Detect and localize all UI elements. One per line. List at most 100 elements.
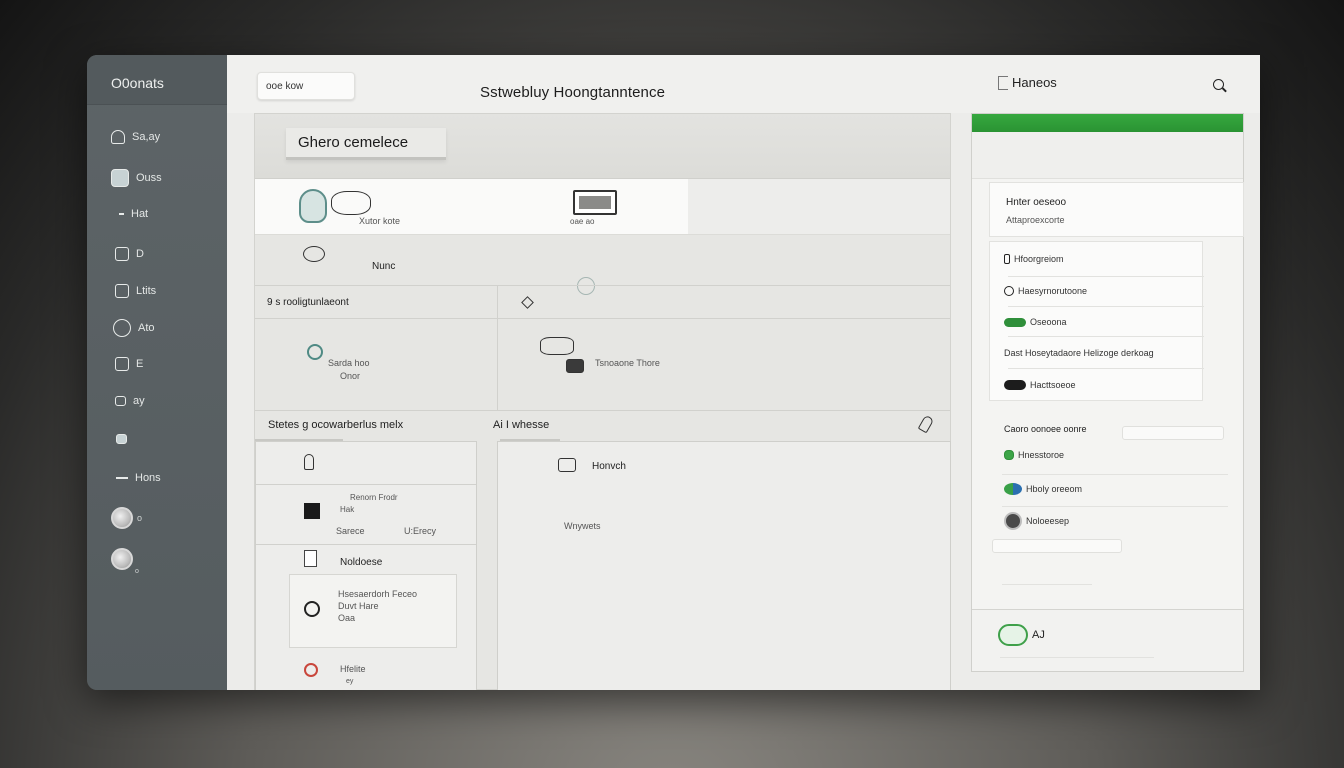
monitor-icon bbox=[573, 190, 617, 215]
sidebar-item-0[interactable]: Sa,ay bbox=[111, 130, 160, 144]
media-row[interactable]: Xutor kote oae ao bbox=[255, 179, 688, 235]
panel-item-label: Oseoona bbox=[1030, 317, 1067, 327]
phone-icon bbox=[1004, 254, 1010, 264]
panel-item[interactable]: Haesyrnorutoone bbox=[1004, 286, 1087, 296]
divider bbox=[1008, 276, 1204, 277]
sidebar-item-label: Ato bbox=[138, 322, 155, 334]
list-item-title: Hfelite bbox=[340, 664, 366, 674]
bracket-icon bbox=[998, 75, 1008, 90]
sidebar-item-6[interactable]: E bbox=[115, 357, 143, 371]
list-item-title: Hsesaerdorh Feceo bbox=[338, 589, 418, 599]
panel-item[interactable]: Hacttsoeoe bbox=[1004, 380, 1076, 390]
list-item-subtitle: Hak bbox=[340, 505, 355, 514]
grid-text: Tsnoaone Thore bbox=[595, 358, 660, 368]
footer-label: AJ bbox=[1032, 629, 1045, 641]
pin-icon[interactable] bbox=[917, 414, 935, 434]
sidebar-item-7[interactable]: ay bbox=[115, 395, 145, 407]
avatar-caption: o bbox=[135, 568, 139, 575]
section-title: Stetes g ocowarberlus melx bbox=[268, 419, 404, 431]
sidebar-item-4[interactable]: Ltits bbox=[115, 284, 156, 298]
header-label[interactable]: Haneos bbox=[998, 75, 1057, 90]
divider bbox=[256, 544, 476, 545]
header-label-text: Haneos bbox=[1012, 75, 1057, 90]
panel-item-label: Dast Hoseytadaore Helizoge derkoag bbox=[1004, 348, 1154, 358]
wrench-icon[interactable] bbox=[521, 296, 534, 309]
divider bbox=[1008, 336, 1204, 337]
globe-icon bbox=[1004, 483, 1022, 495]
drawing-icon bbox=[540, 337, 574, 355]
panel-footer: AJ bbox=[972, 609, 1243, 671]
panel-item[interactable]: Dast Hoseytadaore Helizoge derkoag bbox=[1004, 348, 1154, 358]
sidebar-item-5[interactable]: Ato bbox=[113, 319, 155, 337]
toolbar-button[interactable]: ooe kow bbox=[257, 72, 355, 100]
panel-item-label: Noloeesep bbox=[1026, 516, 1070, 526]
alert-icon bbox=[304, 663, 318, 677]
sidebar-item-label: E bbox=[136, 358, 144, 370]
panel-header: Ghero cemelece bbox=[255, 114, 950, 179]
media-caption: Xutor kote bbox=[359, 216, 401, 226]
minus-icon bbox=[119, 213, 124, 215]
list-item-title: Renorn Frodr bbox=[350, 493, 398, 502]
file-icon bbox=[304, 503, 320, 519]
list-item-subtitle: Duvt Hare bbox=[338, 601, 379, 611]
list-item-meta: Sarece bbox=[336, 526, 365, 536]
divider bbox=[255, 410, 950, 411]
app-window: O0onats Sa,ay Ouss Hat D Ltits Ato E ay … bbox=[87, 55, 1260, 690]
main-area: ooe kow Sstwebluy Hoongtanntence Haneos … bbox=[227, 55, 1260, 690]
sidebar-item-label: Hat bbox=[131, 208, 149, 220]
section-title: Ai I whesse bbox=[493, 419, 550, 431]
item-list: Renorn Frodr Hak Sarece U:Erecy Noldoese… bbox=[255, 441, 477, 690]
grid-text: Sarda hoo bbox=[328, 358, 370, 368]
sidebar-item-2[interactable]: Hat bbox=[119, 208, 148, 220]
panel-item[interactable]: Hboly oreeom bbox=[1004, 483, 1082, 495]
topbar: ooe kow Sstwebluy Hoongtanntence Haneos bbox=[227, 55, 1260, 113]
sync-icon[interactable] bbox=[577, 277, 595, 295]
divider bbox=[255, 318, 950, 319]
page-title: Sstwebluy Hoongtanntence bbox=[480, 84, 666, 101]
tag-icon[interactable] bbox=[304, 454, 314, 470]
badge-icon bbox=[299, 189, 327, 223]
section-field[interactable] bbox=[1122, 426, 1224, 440]
panel-item[interactable]: Noloeesep bbox=[1004, 512, 1069, 530]
sidebar-item-3[interactable]: D bbox=[115, 247, 144, 261]
row-label: Nunc bbox=[372, 261, 396, 272]
globe-icon bbox=[303, 246, 325, 262]
divider bbox=[497, 285, 498, 410]
monitor-caption: oae ao bbox=[570, 217, 595, 226]
sidebar-item-8[interactable] bbox=[116, 434, 134, 444]
text-field[interactable] bbox=[992, 539, 1122, 553]
sidebar-item-9[interactable]: Hons bbox=[116, 472, 161, 484]
logo-icon bbox=[998, 624, 1028, 646]
divider bbox=[1002, 474, 1228, 475]
panel-item[interactable]: Hfoorgreiom bbox=[1004, 254, 1064, 264]
dash-icon bbox=[116, 477, 128, 479]
avatar[interactable] bbox=[111, 548, 133, 570]
divider bbox=[1002, 506, 1228, 507]
heart-icon bbox=[304, 601, 320, 617]
card-subtitle: Attaproexcorte bbox=[1006, 215, 1065, 225]
calendar-icon bbox=[115, 284, 129, 298]
divider bbox=[1000, 657, 1154, 658]
avatar[interactable] bbox=[111, 507, 133, 529]
divider bbox=[1002, 584, 1092, 585]
sidebar-item-label: Ouss bbox=[136, 172, 162, 184]
user-icon bbox=[113, 319, 131, 337]
box-icon bbox=[115, 357, 129, 371]
cloud-icon bbox=[111, 130, 125, 144]
panel-item[interactable]: Oseoona bbox=[1004, 317, 1067, 327]
sidebar-item-label: D bbox=[136, 248, 144, 260]
detail-pane: Honvch Wnywets bbox=[497, 441, 951, 690]
panel-item[interactable]: Hnesstoroe bbox=[1004, 450, 1064, 460]
app-title: O0onats bbox=[87, 55, 227, 105]
search-icon[interactable] bbox=[1213, 79, 1224, 90]
divider bbox=[256, 484, 476, 485]
ring-icon bbox=[307, 344, 323, 360]
chart-icon bbox=[115, 247, 129, 261]
sidebar-item-1[interactable]: Ouss bbox=[111, 169, 162, 187]
info-card[interactable]: Hnter oeseoo Attaproexcorte bbox=[989, 182, 1244, 237]
list-item[interactable]: Hsesaerdorh Feceo Duvt Hare Oaa bbox=[289, 574, 457, 648]
tab-active[interactable]: Ghero cemelece bbox=[286, 128, 446, 160]
lock-icon bbox=[115, 396, 126, 406]
divider bbox=[1008, 368, 1204, 369]
list-item-title: Noldoese bbox=[340, 557, 383, 568]
